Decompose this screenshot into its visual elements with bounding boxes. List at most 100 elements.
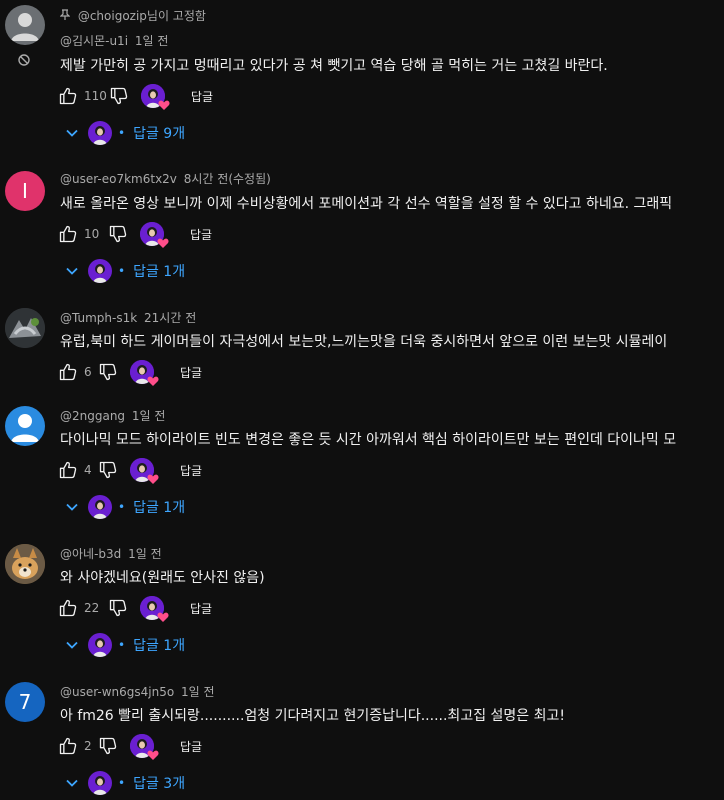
replies-count[interactable]: 답글 9개 [133,123,185,143]
separator-dot: • [118,126,126,140]
creator-heart-icon [157,612,169,622]
comment-meta: @아네-b3d 1일 전 [60,545,162,562]
chevron-down-icon [60,121,84,145]
like-count: 110 [84,89,107,103]
comment-actions: 110 답글 [56,82,213,110]
comment-actions: 22 답글 [56,594,212,622]
comment-actions: 2 답글 [56,732,202,760]
thumb-down-icon[interactable] [106,222,130,246]
comment-meta: @김시몬-u1i 1일 전 [60,32,168,49]
comment-author[interactable]: @아네-b3d [60,547,121,561]
avatar-letter: I [22,179,28,203]
thumb-up-icon[interactable] [56,734,80,758]
comment-time[interactable]: 21시간 전 [144,311,196,325]
separator-dot: • [118,500,126,514]
comment-author[interactable]: @user-eo7km6tx2v [60,172,177,186]
reply-button[interactable]: 답글 [180,364,202,381]
thumb-up-icon[interactable] [56,458,80,482]
reply-button[interactable]: 답글 [180,462,202,479]
creator-avatar [88,633,112,657]
thumb-down-icon[interactable] [107,84,131,108]
thumb-down-icon[interactable] [96,360,120,384]
thumb-up-icon[interactable] [56,84,80,108]
comment-author[interactable]: @user-wn6gs4jn5o [60,685,174,699]
comment-actions: 6 답글 [56,358,202,386]
reply-button[interactable]: 답글 [190,600,212,617]
avatar[interactable] [5,544,45,584]
replies-count[interactable]: 답글 3개 [133,773,185,793]
separator-dot: • [118,638,126,652]
comment-author[interactable]: @Tumph-s1k [60,311,137,325]
avatar[interactable] [5,308,45,348]
pin-icon [59,9,74,23]
creator-heart-icon [147,376,159,386]
like-count: 10 [84,227,100,241]
replies-toggle[interactable]: • 답글 1개 [60,493,185,521]
comment-text: 와 사야겠네요(원래도 안사진 않음) [60,570,265,586]
avatar[interactable] [5,5,45,45]
reply-button[interactable]: 답글 [180,738,202,755]
chevron-down-icon [60,259,84,283]
avatar-letter: 7 [18,690,32,714]
creator-heart [130,734,159,760]
creator-heart [140,222,169,248]
creator-heart [140,84,170,110]
creator-avatar [88,121,112,145]
creator-heart-icon [157,238,169,248]
thumb-down-icon[interactable] [96,458,120,482]
replies-toggle[interactable]: • 답글 3개 [60,769,185,797]
comment-meta: @user-eo7km6tx2v 8시간 전(수정됨) [60,170,271,187]
reply-button[interactable]: 답글 [191,88,213,105]
separator-dot: • [118,264,126,278]
separator-dot: • [118,776,126,790]
creator-heart [130,360,159,386]
creator-avatar [88,771,112,795]
replies-toggle[interactable]: • 답글 9개 [60,119,185,147]
replies-count[interactable]: 답글 1개 [133,261,185,281]
chevron-down-icon [60,633,84,657]
avatar[interactable]: 7 [5,682,45,722]
creator-heart-icon [147,750,159,760]
thumb-up-icon[interactable] [56,596,80,620]
comment-meta: @Tumph-s1k 21시간 전 [60,309,196,326]
replies-count[interactable]: 답글 1개 [133,497,185,517]
comment-text: 새로 올라온 영상 보니까 이제 수비상황에서 포메이션과 각 선수 역할을 설… [60,196,673,212]
creator-avatar [88,259,112,283]
avatar[interactable] [5,406,45,446]
pinned-label: @choigozip님이 고정함 [59,7,206,24]
comment-actions: 10 답글 [56,220,212,248]
comment-text: 다이나믹 모드 하이라이트 빈도 변경은 좋은 듯 시간 아까워서 핵심 하이라… [60,432,677,448]
replies-toggle[interactable]: • 답글 1개 [60,631,185,659]
creator-avatar [88,495,112,519]
like-count: 2 [84,739,92,753]
chevron-down-icon [60,495,84,519]
comment-text: 아 fm26 빨리 출시되랑..........엄청 기다려지고 현기증납니다.… [60,708,565,724]
comment-time[interactable]: 1일 전 [132,409,166,423]
like-count: 22 [84,601,100,615]
comment-meta: @user-wn6gs4jn5o 1일 전 [60,683,215,700]
comment-time[interactable]: 1일 전 [135,34,169,48]
comment-meta: @2nggang 1일 전 [60,407,165,424]
like-count: 4 [84,463,92,477]
comment-time[interactable]: 1일 전 [181,685,215,699]
thumb-down-icon[interactable] [106,596,130,620]
replies-count[interactable]: 답글 1개 [133,635,185,655]
chevron-down-icon [60,771,84,795]
creator-heart [130,458,159,484]
comment-actions: 4 답글 [56,456,202,484]
replies-toggle[interactable]: • 답글 1개 [60,257,185,285]
thumb-down-icon[interactable] [96,734,120,758]
comment-author[interactable]: @김시몬-u1i [60,34,128,48]
comment-time[interactable]: 1일 전 [128,547,162,561]
creator-heart-icon [147,474,159,484]
comment-text: 유럽,북미 하드 게이머들이 자극성에서 보는맛,느끼는맛을 더욱 중시하면서 … [60,334,668,350]
creator-heart-icon [158,100,170,110]
comment-author[interactable]: @2nggang [60,409,125,423]
avatar[interactable]: I [5,171,45,211]
comment-text: 제발 가만히 공 가지고 멍때리고 있다가 공 쳐 뺏기고 역습 당해 골 먹히… [60,58,608,74]
blocked-icon [18,51,30,66]
comment-time[interactable]: 8시간 전(수정됨) [184,172,271,186]
thumb-up-icon[interactable] [56,222,80,246]
thumb-up-icon[interactable] [56,360,80,384]
reply-button[interactable]: 답글 [190,226,212,243]
